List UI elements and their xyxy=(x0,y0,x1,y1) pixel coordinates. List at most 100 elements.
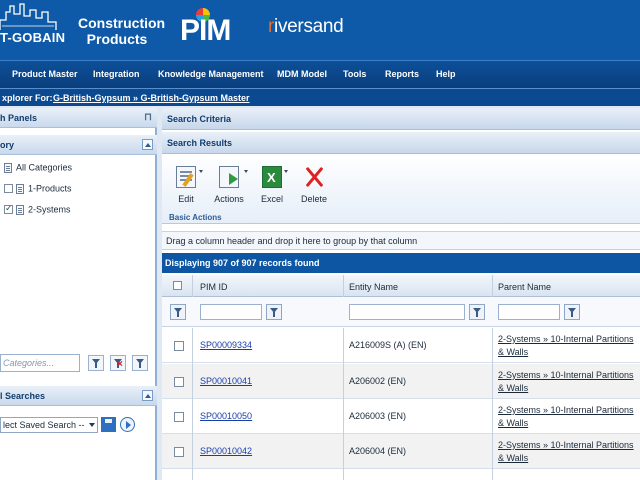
row-filter-button[interactable] xyxy=(170,304,186,320)
collapse-category-icon[interactable] xyxy=(142,139,153,150)
column-divider xyxy=(492,275,493,297)
row-checkbox[interactable] xyxy=(174,447,184,457)
tree-checkbox-1-products[interactable] xyxy=(4,184,13,194)
table-row[interactable]: SP00009334 A216009S (A) (EN) 2-Systems »… xyxy=(162,328,640,363)
product-line-title: Construction Products xyxy=(78,15,166,47)
edit-label: Edit xyxy=(178,194,194,204)
menu-product-master[interactable]: Product Master xyxy=(12,69,78,79)
column-header-parent-name[interactable]: Parent Name xyxy=(498,282,551,292)
delete-button[interactable]: Delete xyxy=(299,166,329,208)
row-checkbox[interactable] xyxy=(174,341,184,351)
clear-category-filter-button[interactable]: × xyxy=(110,355,126,371)
parent-name-link[interactable]: 2-Systems » 10-Internal Partitions & Wal… xyxy=(498,333,638,359)
main-menu-bar: Product Master Integration Knowledge Man… xyxy=(0,60,640,88)
funnel-icon xyxy=(473,308,481,317)
clear-x-icon: × xyxy=(117,359,123,370)
toolbar-group-label: Basic Actions xyxy=(169,213,222,222)
results-toolbar: Edit Actions Excel Delete Basic Actions xyxy=(162,158,640,224)
category-filter-options-button[interactable] xyxy=(132,355,148,371)
select-all-checkbox[interactable] xyxy=(173,281,182,290)
entity-name-filter-button[interactable] xyxy=(469,304,485,320)
breadcrumb-label: xplorer For: xyxy=(2,93,53,103)
excel-button[interactable]: Excel xyxy=(258,166,288,208)
funnel-icon xyxy=(136,359,144,368)
category-search-input[interactable]: Categories... xyxy=(0,354,80,372)
breadcrumb: xplorer For: G-British-Gypsum » G-Britis… xyxy=(0,88,640,106)
pim-id-link[interactable]: SP00010050 xyxy=(200,411,252,421)
run-search-icon[interactable] xyxy=(120,417,135,432)
excel-icon xyxy=(262,166,282,188)
column-divider xyxy=(343,275,344,297)
pim-id-filter-input[interactable] xyxy=(200,304,262,320)
menu-reports[interactable]: Reports xyxy=(385,69,419,79)
tree-item-label: 1-Products xyxy=(28,183,72,194)
row-checkbox[interactable] xyxy=(174,412,184,422)
city-skyline-logo-icon xyxy=(0,3,57,30)
pim-id-filter-button[interactable] xyxy=(266,304,282,320)
collapse-saved-searches-icon[interactable] xyxy=(142,390,153,401)
left-search-panels: h Panels ⊓ ory All Categories 1-Products… xyxy=(0,108,157,480)
entity-name-filter-input[interactable] xyxy=(349,304,465,320)
menu-mdm-model[interactable]: MDM Model xyxy=(277,69,327,79)
actions-button[interactable]: Actions xyxy=(212,166,248,208)
parent-name-link[interactable]: 2-Systems » 10-Internal Partitions & Wal… xyxy=(498,439,638,465)
save-search-icon[interactable] xyxy=(101,417,116,432)
actions-label: Actions xyxy=(214,194,244,204)
column-header-entity-name[interactable]: Entity Name xyxy=(349,282,398,292)
tree-item-label: 2-Systems xyxy=(28,204,71,215)
chevron-down-icon xyxy=(244,170,248,173)
vendor-logo-text: iversand xyxy=(274,16,344,37)
table-row[interactable]: SP00010041 A206002 (EN) 2-Systems » 10-I… xyxy=(162,364,640,399)
search-results-title: Search Results xyxy=(167,138,233,148)
chevron-down-icon xyxy=(199,170,203,173)
menu-knowledge-management[interactable]: Knowledge Management xyxy=(158,69,264,79)
menu-integration[interactable]: Integration xyxy=(93,69,140,79)
search-panels-title: h Panels xyxy=(0,113,38,123)
category-doc-icon xyxy=(4,162,12,173)
search-results-panel: Search Criteria Search Results Edit Acti… xyxy=(162,108,640,480)
grid-filter-row xyxy=(162,297,640,327)
category-panel-header: ory xyxy=(0,135,157,155)
funnel-icon xyxy=(270,308,278,317)
header-banner: T-GOBAIN Construction Products PIM river… xyxy=(0,0,640,60)
excel-label: Excel xyxy=(260,194,283,204)
saved-searches-header: l Searches xyxy=(0,386,157,406)
table-row[interactable]: SP00010050 A206003 (EN) 2-Systems » 10-I… xyxy=(162,399,640,434)
entity-name-cell: A216009S (A) (EN) xyxy=(349,340,427,350)
pim-id-link[interactable]: SP00010042 xyxy=(200,446,252,456)
edit-button[interactable]: Edit xyxy=(171,166,203,208)
pim-id-link[interactable]: SP00009334 xyxy=(200,340,252,350)
search-results-header[interactable]: Search Results xyxy=(162,132,640,154)
group-by-drop-zone[interactable]: Drag a column header and drop it here to… xyxy=(162,231,640,250)
breadcrumb-path-link[interactable]: G-British-Gypsum » G-British-Gypsum Mast… xyxy=(53,93,250,103)
tree-item-2-systems[interactable]: 2-Systems xyxy=(4,203,71,218)
funnel-icon xyxy=(92,359,100,368)
column-divider xyxy=(192,275,193,297)
parent-name-filter-input[interactable] xyxy=(498,304,560,320)
pin-icon[interactable]: ⊓ xyxy=(143,112,153,124)
category-panel-title: ory xyxy=(0,140,15,150)
funnel-icon xyxy=(174,308,182,317)
delete-x-icon xyxy=(304,166,324,188)
chevron-down-icon xyxy=(284,170,288,173)
tree-item-1-products[interactable]: 1-Products xyxy=(4,183,72,197)
tree-item-all-categories[interactable]: All Categories xyxy=(4,162,72,176)
menu-tools[interactable]: Tools xyxy=(343,69,366,79)
row-checkbox[interactable] xyxy=(174,377,184,387)
edit-icon xyxy=(176,166,196,188)
column-header-pim-id[interactable]: PIM ID xyxy=(200,282,228,292)
vendor-logo: riversand xyxy=(268,16,344,38)
group-by-hint: Drag a column header and drop it here to… xyxy=(166,236,418,246)
actions-icon xyxy=(219,166,239,188)
column-divider xyxy=(492,328,493,480)
saved-search-select[interactable]: lect Saved Search -- xyxy=(0,417,98,433)
category-filter-button[interactable] xyxy=(88,355,104,371)
tree-checkbox-2-systems[interactable] xyxy=(4,203,13,215)
parent-name-link[interactable]: 2-Systems » 10-Internal Partitions & Wal… xyxy=(498,369,638,395)
pim-id-link[interactable]: SP00010041 xyxy=(200,376,252,386)
parent-name-link[interactable]: 2-Systems » 10-Internal Partitions & Wal… xyxy=(498,404,638,430)
menu-help[interactable]: Help xyxy=(436,69,456,79)
search-criteria-header[interactable]: Search Criteria xyxy=(162,108,640,130)
parent-name-filter-button[interactable] xyxy=(564,304,580,320)
table-row[interactable]: SP00010042 A206004 (EN) 2-Systems » 10-I… xyxy=(162,434,640,469)
